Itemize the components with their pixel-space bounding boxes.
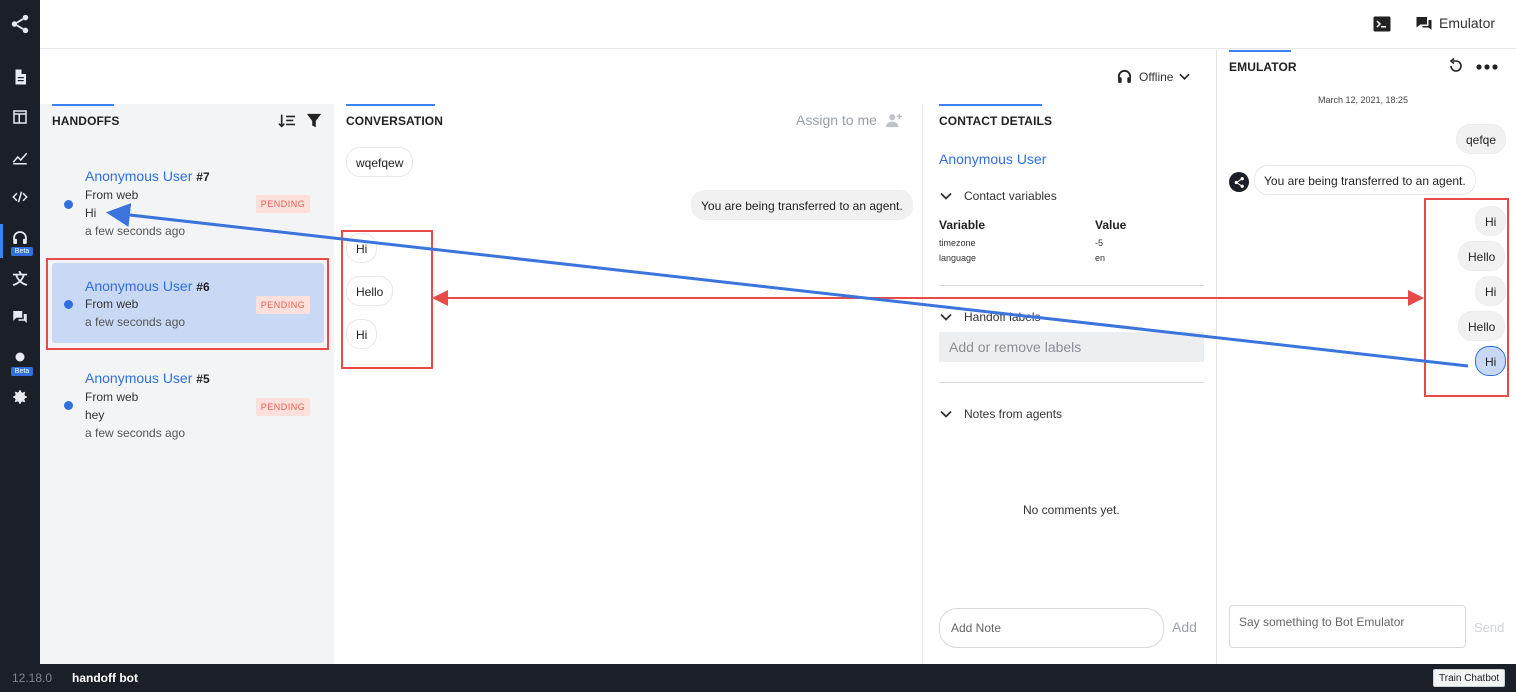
handoff-source: From web	[85, 188, 139, 202]
section-label: Handoff labels	[964, 310, 1041, 324]
terminal-icon[interactable]	[1373, 16, 1391, 32]
conversation-title: CONVERSATION	[346, 114, 443, 128]
unread-dot	[64, 200, 73, 209]
handoffs-underline	[52, 104, 114, 106]
status-bar: 12.18.0 handoff bot Train Chatbot	[0, 664, 1516, 692]
handoff-user: Anonymous User #7	[85, 168, 210, 184]
variable-value: -5	[1095, 238, 1104, 248]
labels-input[interactable]: Add or remove labels	[939, 332, 1204, 362]
add-note-input[interactable]: Add Note	[939, 608, 1164, 648]
handoff-time: a few seconds ago	[85, 426, 186, 440]
sort-icon[interactable]	[278, 113, 296, 129]
conversation-message: You are being transferred to an agent.	[691, 190, 913, 220]
conversation-message: wqefqew	[346, 147, 414, 177]
version-label: 12.18.0	[12, 671, 53, 685]
beta-badge-2: Beta	[11, 367, 33, 376]
bot-avatar	[1229, 172, 1249, 192]
share-icon[interactable]	[0, 12, 40, 36]
restart-icon[interactable]	[1448, 58, 1464, 74]
divider	[939, 285, 1204, 286]
contact-variables-toggle[interactable]: Contact variables	[940, 189, 1057, 203]
status-badge: PENDING	[256, 195, 310, 213]
status-dropdown[interactable]: Offline	[1116, 68, 1191, 85]
emulator-underline	[1229, 50, 1291, 52]
translate-icon[interactable]: 文	[0, 266, 40, 290]
handoff-user: Anonymous User #5	[85, 370, 210, 386]
send-button[interactable]: Send	[1474, 620, 1504, 635]
chat-icon[interactable]	[0, 305, 40, 329]
no-comments-text: No comments yet.	[1023, 503, 1120, 517]
handoff-message: Hi	[85, 206, 97, 220]
section-label: Contact variables	[964, 189, 1057, 203]
handoff-labels-toggle[interactable]: Handoff labels	[940, 310, 1041, 324]
code-icon[interactable]	[0, 185, 40, 209]
emulator-message: qefqe	[1456, 124, 1507, 154]
contact-title: CONTACT DETAILS	[939, 114, 1053, 128]
notes-toggle[interactable]: Notes from agents	[940, 407, 1062, 421]
assign-to-me-button[interactable]: Assign to me	[796, 112, 903, 128]
value-header: Value	[1095, 218, 1127, 232]
emulator-button[interactable]: Emulator	[1415, 14, 1495, 32]
add-person-icon	[885, 113, 902, 128]
settings-icon[interactable]	[0, 385, 40, 409]
handoff-item-7[interactable]: Anonymous User #7 From web Hi a few seco…	[52, 160, 324, 244]
layout-icon[interactable]	[0, 105, 40, 129]
handoffs-toolbar	[278, 113, 322, 129]
status-label: Offline	[1139, 69, 1174, 84]
contact-underline	[939, 104, 1042, 106]
chevron-down-icon	[940, 192, 952, 200]
chat-bubbles-icon	[1416, 17, 1432, 30]
panel-divider	[922, 104, 923, 664]
analytics-icon[interactable]	[0, 145, 40, 169]
emulator-label: Emulator	[1439, 15, 1496, 31]
divider	[939, 382, 1204, 383]
handoffs-title: HANDOFFS	[52, 114, 120, 128]
chevron-down-icon	[940, 410, 952, 418]
emulator-date: March 12, 2021, 18:25	[1318, 95, 1409, 105]
top-bar	[40, 0, 1516, 49]
sidebar-rail: Beta 文 Beta	[0, 0, 40, 692]
beta-badge: Beta	[11, 247, 33, 256]
chevron-down-icon	[940, 313, 952, 321]
annotation-box	[46, 258, 329, 350]
assign-label: Assign to me	[796, 112, 877, 128]
variable-name: timezone	[939, 238, 976, 248]
chevron-down-icon	[1179, 73, 1191, 80]
headset-icon	[1117, 69, 1132, 83]
emulator-input[interactable]: Say something to Bot Emulator	[1229, 605, 1466, 648]
emulator-message: You are being transferred to an agent.	[1254, 165, 1476, 195]
variable-value: en	[1095, 253, 1106, 263]
contact-user-link[interactable]: Anonymous User	[939, 151, 1046, 167]
train-chatbot-button[interactable]: Train Chatbot	[1433, 669, 1506, 687]
annotation-box	[341, 230, 433, 369]
more-icon[interactable]	[1476, 64, 1498, 70]
unread-dot	[64, 401, 73, 410]
share-icon	[1234, 176, 1244, 188]
annotation-box	[1424, 198, 1509, 397]
handoff-item-5[interactable]: Anonymous User #5 From web hey a few sec…	[52, 362, 324, 446]
bot-name: handoff bot	[72, 671, 138, 685]
filter-icon[interactable]	[306, 113, 322, 129]
handoff-time: a few seconds ago	[85, 224, 186, 238]
emulator-title: EMULATOR	[1229, 60, 1297, 74]
conversation-underline	[346, 104, 435, 106]
add-note-button[interactable]: Add	[1172, 619, 1197, 635]
document-icon[interactable]	[0, 65, 40, 89]
variable-header: Variable	[939, 218, 986, 232]
status-badge: PENDING	[256, 398, 310, 416]
variable-name: language	[939, 253, 977, 263]
dot-icon[interactable]	[0, 345, 40, 369]
handoff-message: hey	[85, 408, 105, 422]
handoff-source: From web	[85, 390, 139, 404]
section-label: Notes from agents	[964, 407, 1063, 421]
